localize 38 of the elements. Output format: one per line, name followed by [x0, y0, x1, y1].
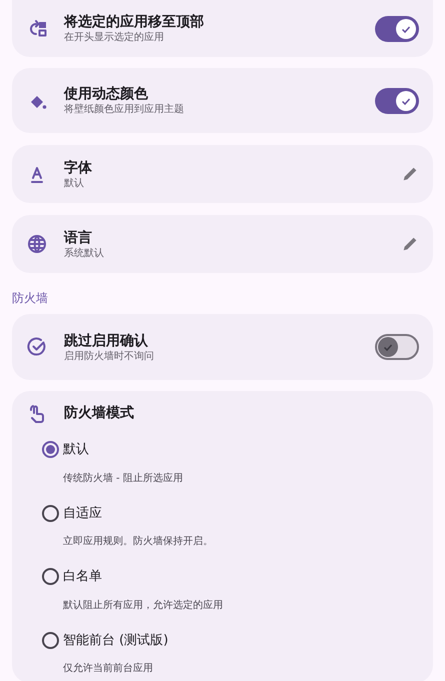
radio-option[interactable]: 智能前台 (测试版) [27, 630, 419, 650]
setting-title: 跳过启用确认 [64, 332, 149, 350]
radio-button[interactable] [42, 568, 59, 586]
setting-title: 字体 [64, 158, 93, 176]
setting-card[interactable]: 使用动态颜色 将壁纸颜色应用到应用主题 [12, 68, 433, 133]
swap-icon [27, 18, 47, 38]
setting-card[interactable]: 语言 系统默认 [12, 215, 433, 273]
setting-subtitle: 默认 [64, 176, 85, 190]
edit-icon[interactable] [401, 235, 419, 253]
setting-subtitle: 在开头显示选定的应用 [64, 31, 165, 44]
setting-title: 语言 [64, 228, 93, 246]
toggle-switch[interactable] [375, 88, 419, 114]
radio-button[interactable] [42, 632, 59, 649]
option-description: 仅允许当前前台应用 [62, 662, 154, 675]
radio-button[interactable] [42, 441, 59, 458]
option-description: 默认阻止所有应用，允许选定的应用 [62, 598, 224, 612]
toggle-switch[interactable] [375, 334, 419, 360]
radio-option[interactable]: 自适应 [27, 504, 419, 523]
setting-card[interactable]: 字体 默认 [12, 145, 433, 203]
setting-subtitle: 将壁纸颜色应用到应用主题 [64, 103, 185, 116]
radio-option[interactable]: 白名单 [27, 567, 419, 586]
setting-card[interactable]: 跳过启用确认 启用防火墙时不询问 [12, 314, 433, 380]
setting-subtitle: 系统默认 [64, 246, 105, 260]
radio-button[interactable] [42, 504, 59, 522]
touch-icon [27, 404, 47, 424]
mode-title: 防火墙模式 [64, 404, 134, 423]
edit-icon[interactable] [401, 165, 419, 183]
option-description: 立即应用规则。防火墙保持开启。 [62, 535, 214, 548]
radio-option[interactable]: 默认 [27, 440, 419, 460]
setting-card[interactable]: 将选定的应用移至顶部 在开头显示选定的应用 [12, 0, 433, 57]
option-description: 传统防火墙 - 阻止所选应用 [62, 472, 184, 484]
setting-title: 使用动态颜色 [64, 85, 149, 103]
setting-title: 将选定的应用移至顶部 [64, 13, 205, 31]
toggle-switch[interactable] [375, 16, 419, 42]
check-circle-icon [27, 337, 47, 357]
globe-icon [27, 234, 47, 254]
section-header: 防火墙 [12, 290, 49, 306]
setting-subtitle: 启用防火墙时不询问 [64, 350, 155, 362]
